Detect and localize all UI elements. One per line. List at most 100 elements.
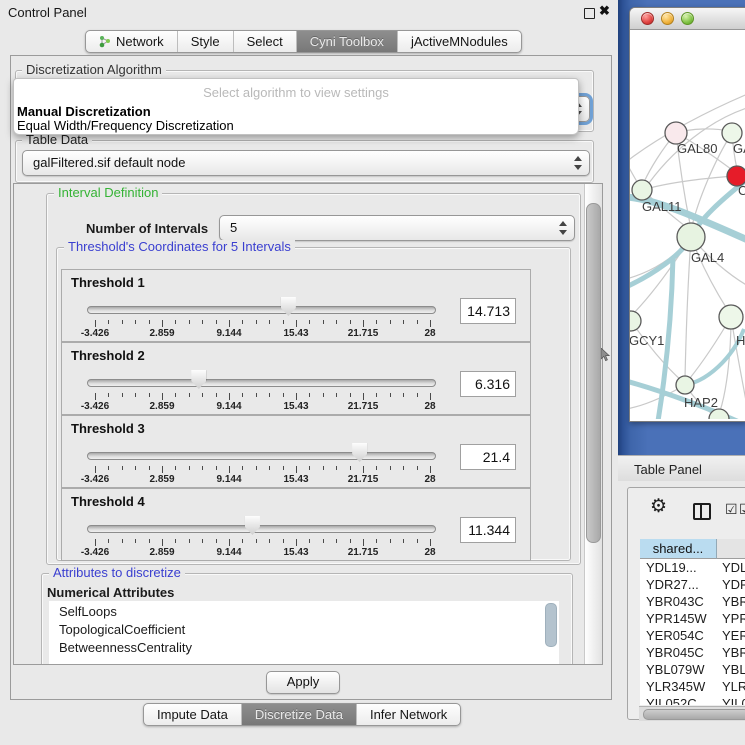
slider-tick xyxy=(242,539,243,543)
slider-tick xyxy=(283,539,284,543)
slider-tick xyxy=(390,320,391,324)
slider-tick-label: 9.144 xyxy=(216,328,241,339)
slider-tick-label: 28 xyxy=(424,401,435,412)
cell-shared-name: YDR27... xyxy=(646,577,699,592)
slider-tick xyxy=(376,466,377,470)
attribute-list-item[interactable]: BetweennessCentrality xyxy=(59,640,192,655)
cell-shared-name: YLR345W xyxy=(646,679,705,694)
slider-tick xyxy=(149,320,150,324)
cell-name: YBR0 xyxy=(722,594,745,609)
attribute-list-item[interactable]: SelfLoops xyxy=(59,604,117,619)
table-row[interactable]: YLR345WYLR3 xyxy=(640,678,745,695)
slider-track[interactable] xyxy=(87,452,436,460)
threshold-value-field[interactable] xyxy=(460,298,516,324)
checkbox-icon[interactable]: ☑ xyxy=(725,501,738,518)
tab-style[interactable]: Style xyxy=(177,31,233,52)
slider-tick xyxy=(242,320,243,324)
minimize-traffic-light-icon[interactable] xyxy=(661,12,674,25)
node-label: GAL11 xyxy=(642,199,682,214)
slider-tick xyxy=(229,393,230,400)
tab-label: Discretize Data xyxy=(255,707,343,722)
number-of-intervals-combobox[interactable]: 5 xyxy=(219,215,575,241)
table-row[interactable]: YBR043CYBR0 xyxy=(640,593,745,610)
gear-icon[interactable]: ⚙ xyxy=(650,497,667,516)
slider-tick xyxy=(417,539,418,543)
network-canvas[interactable]: GAL80GACGAL11GAL4GCY1HHAP2 xyxy=(630,28,745,419)
table-panel-body: ⚙ ☑ ☑ shared... na YDL19...YDL1YDR27...Y… xyxy=(618,481,745,745)
slider-tick xyxy=(135,320,136,324)
slider-tick xyxy=(390,539,391,543)
apply-button[interactable]: Apply xyxy=(266,671,340,694)
table-data-combobox[interactable]: galFiltered.sif default node xyxy=(22,150,590,176)
network-node[interactable] xyxy=(722,123,742,143)
tab-infer-network[interactable]: Infer Network xyxy=(356,704,460,725)
attributes-list[interactable]: SelfLoops TopologicalCoefficient Betweenne… xyxy=(49,601,559,665)
table-row[interactable]: YPR145WYPR1 xyxy=(640,610,745,627)
slider-tick xyxy=(296,539,297,546)
algorithm-option[interactable]: Equal Width/Frequency Discretization xyxy=(17,118,234,133)
slider-tick-label: -3.426 xyxy=(81,401,109,412)
settings-scrollbar-thumb[interactable] xyxy=(586,203,601,543)
slider-tick xyxy=(323,539,324,543)
tab-network[interactable]: Network xyxy=(86,31,177,52)
zoom-traffic-light-icon[interactable] xyxy=(681,12,694,25)
cell-name: YDR2 xyxy=(722,577,745,592)
slider-tick xyxy=(135,466,136,470)
table-row[interactable]: YBR045CYBR0 xyxy=(640,644,745,661)
column-header-shared-name[interactable]: shared... xyxy=(640,539,717,559)
tab-impute-data[interactable]: Impute Data xyxy=(144,704,241,725)
threshold-panel: Threshold 3-3.4262.8599.14415.4321.71528 xyxy=(61,415,531,488)
column-header-name[interactable]: na xyxy=(717,539,745,559)
table-row[interactable]: YBL079WYBL0 xyxy=(640,661,745,678)
slider-tick xyxy=(269,466,270,470)
slider-tick-label: 21.715 xyxy=(348,547,379,558)
network-node[interactable] xyxy=(676,376,694,394)
float-window-icon[interactable] xyxy=(584,8,595,19)
table-row[interactable]: YIL052CYIL0 xyxy=(640,695,745,705)
tab-select[interactable]: Select xyxy=(233,31,296,52)
close-icon[interactable]: ✖ xyxy=(599,3,610,19)
algorithm-option[interactable]: Manual Discretization xyxy=(17,104,151,119)
slider-tick xyxy=(189,320,190,324)
network-window-titlebar[interactable] xyxy=(630,8,745,30)
table-hscrollbar-track[interactable] xyxy=(639,706,745,721)
combo-stepper-icon xyxy=(573,155,582,171)
threshold-value-field[interactable] xyxy=(460,371,516,397)
slider-tick xyxy=(108,466,109,470)
slider-tick xyxy=(162,393,163,400)
table-row[interactable]: YDL19...YDL1 xyxy=(640,559,745,576)
slider-tick xyxy=(202,320,203,324)
slider-tick-label: 28 xyxy=(424,474,435,485)
threshold-value-field[interactable] xyxy=(460,444,516,470)
slider-tick-label: 21.715 xyxy=(348,474,379,485)
network-node[interactable] xyxy=(719,305,743,329)
slider-track[interactable] xyxy=(87,379,436,387)
slider-tick xyxy=(403,466,404,470)
tab-cyni-toolbox[interactable]: Cyni Toolbox xyxy=(296,31,397,52)
threshold-panel: Threshold 2-3.4262.8599.14415.4321.71528 xyxy=(61,342,531,415)
network-node[interactable] xyxy=(632,180,652,200)
slider-tick xyxy=(336,393,337,397)
close-traffic-light-icon[interactable] xyxy=(641,12,654,25)
threshold-label: Threshold 1 xyxy=(71,275,145,290)
threshold-value-field[interactable] xyxy=(460,517,516,543)
checkbox-icon[interactable]: ☑ xyxy=(739,501,745,518)
table-hscrollbar-thumb[interactable] xyxy=(643,709,745,720)
slider-tick-label: 21.715 xyxy=(348,328,379,339)
attributes-list-scrollbar[interactable] xyxy=(545,603,557,647)
slider-tick xyxy=(296,466,297,473)
tab-jactivemnodules[interactable]: jActiveMNodules xyxy=(397,31,521,52)
table-row[interactable]: YDR27... YDR2 xyxy=(640,576,745,593)
algorithm-dropdown-popup: Select algorithm to view settings Manual… xyxy=(13,78,579,135)
slider-track[interactable] xyxy=(87,306,436,314)
slider-track[interactable] xyxy=(87,525,436,533)
slider-tick xyxy=(350,393,351,397)
thresholds-group-title: Threshold's Coordinates for 5 Intervals xyxy=(64,240,295,254)
tab-discretize-data[interactable]: Discretize Data xyxy=(241,704,356,725)
attribute-list-item[interactable]: TopologicalCoefficient xyxy=(59,622,185,637)
table-row[interactable]: YER054CYER0 xyxy=(640,627,745,644)
slider-tick xyxy=(216,466,217,470)
network-node[interactable] xyxy=(677,223,705,251)
network-node[interactable] xyxy=(630,311,641,331)
split-view-icon[interactable] xyxy=(693,503,711,520)
